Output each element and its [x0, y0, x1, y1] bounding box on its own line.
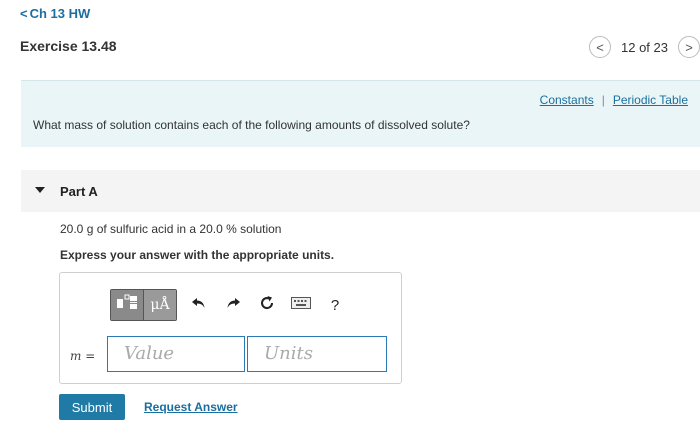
keyboard-button[interactable] [289, 290, 313, 320]
template-icon [116, 294, 138, 317]
question-text: What mass of solution contains each of t… [33, 118, 470, 132]
chevron-left-icon: < [20, 6, 28, 21]
variable-label: m = [70, 349, 96, 363]
chevron-right-icon: > [685, 39, 693, 55]
chevron-left-icon: < [596, 39, 604, 55]
units-input[interactable]: Units [247, 336, 387, 372]
exercise-title: Exercise 13.48 [20, 38, 117, 54]
back-to-chapter-link[interactable]: < Ch 13 HW [20, 6, 90, 21]
toolbar-group: μÅ [110, 289, 177, 321]
resource-links: Constants | Periodic Table [540, 93, 688, 107]
reset-button[interactable] [255, 290, 279, 320]
answer-box: μÅ ? m = Value Units [59, 272, 402, 384]
back-link-label: Ch 13 HW [29, 6, 91, 21]
help-icon: ? [330, 296, 340, 314]
question-panel: Constants | Periodic Table What mass of so… [21, 80, 700, 147]
part-label: Part A [60, 184, 98, 199]
undo-icon [191, 296, 207, 315]
part-header[interactable]: Part A [21, 170, 700, 212]
math-toolbar: μÅ ? [110, 289, 347, 321]
undo-button[interactable] [187, 290, 211, 320]
request-answer-link[interactable]: Request Answer [144, 400, 238, 414]
link-separator: | [601, 93, 605, 107]
help-button[interactable]: ? [323, 290, 347, 320]
reset-icon [259, 295, 275, 316]
constants-link[interactable]: Constants [540, 93, 594, 107]
pager-position: 12 of 23 [621, 39, 668, 55]
redo-icon [225, 296, 241, 315]
periodic-table-link[interactable]: Periodic Table [613, 93, 688, 107]
problem-statement: 20.0 g of sulfuric acid in a 20.0 % solu… [60, 222, 282, 236]
units-icon: μÅ [150, 297, 170, 313]
prev-exercise-button[interactable]: < [589, 36, 611, 58]
collapse-caret-icon[interactable] [35, 187, 45, 193]
answer-instruction: Express your answer with the appropriate… [60, 248, 335, 262]
keyboard-icon [291, 296, 311, 314]
submit-button[interactable]: Submit [59, 394, 125, 420]
redo-button[interactable] [221, 290, 245, 320]
units-button[interactable]: μÅ [143, 290, 176, 320]
value-input[interactable]: Value [107, 336, 245, 372]
pager: < 12 of 23 > [589, 35, 700, 59]
template-button[interactable] [111, 290, 143, 320]
next-exercise-button[interactable]: > [678, 36, 700, 58]
